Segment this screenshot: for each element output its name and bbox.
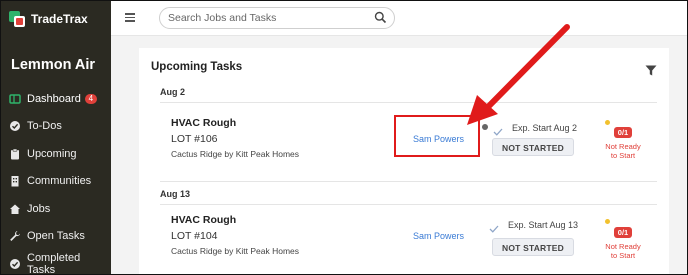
divider [160,102,657,103]
company-name: Lemmon Air [11,57,96,73]
sidebar-item-label: Completed Tasks [27,251,81,275]
annotation-highlight-box [394,115,480,157]
assignee-link[interactable]: Sam Powers [413,231,464,241]
sidebar-item-label: Communities [27,175,92,188]
building-icon [9,175,21,187]
date-group-label: Aug 2 [160,87,186,97]
divider [160,181,657,182]
sidebar-item-upcoming[interactable]: Upcoming [1,140,111,168]
check-circle-icon [9,258,21,270]
task-row[interactable]: HVAC Rough LOT #104 Cactus Ridge by Kitt… [139,214,669,270]
sidebar: TradeTrax Lemmon Air Dashboard 4 To-Dos [1,1,111,274]
sidebar-item-label: Dashboard [27,92,81,105]
section-title: Upcoming Tasks [151,61,243,73]
sidebar-item-label: Upcoming [27,147,77,160]
brand-logo[interactable]: TradeTrax [9,7,88,31]
sidebar-item-label: To-Dos [27,120,62,133]
readiness-indicator[interactable]: 0/1 Not Ready to Start [599,222,647,260]
sidebar-item-open-tasks[interactable]: Open Tasks [1,223,111,251]
expected-start: Exp. Start Aug 2 [512,123,578,133]
task-community: Cactus Ridge by Kitt Peak Homes [171,246,300,256]
sidebar-item-completed-tasks[interactable]: Completed Tasks [1,250,111,275]
search-input[interactable] [168,10,368,26]
sidebar-item-jobs[interactable]: Jobs [1,195,111,223]
app-window: TradeTrax Lemmon Air Dashboard 4 To-Dos [0,0,688,275]
readiness-text: to Start [610,251,636,260]
status-button[interactable]: NOT STARTED [492,238,574,256]
sidebar-item-to-dos[interactable]: To-Dos [1,113,111,141]
sidebar-item-communities[interactable]: Communities [1,168,111,196]
readiness-text: to Start [610,151,636,160]
upcoming-tasks-card: Upcoming Tasks Aug 2 HVAC Rough LOT #106… [139,48,669,274]
expected-start: Exp. Start Aug 13 [508,220,579,230]
dashboard-count-badge: 4 [84,93,97,104]
task-title: HVAC Rough [171,117,237,129]
hamburger-menu-icon[interactable] [125,11,135,23]
readiness-count-badge: 0/1 [613,227,633,238]
info-icon[interactable] [482,124,488,130]
check-icon [489,220,499,238]
sidebar-item-dashboard[interactable]: Dashboard 4 [1,85,111,113]
filter-icon[interactable] [645,63,657,81]
tradetrax-logo-icon [9,10,26,28]
divider [160,204,657,205]
task-lot: LOT #106 [171,133,218,145]
sidebar-item-label: Open Tasks [27,230,85,243]
date-group-label: Aug 13 [160,189,191,199]
readiness-text: Not Ready [605,242,641,251]
dashboard-icon [9,93,21,105]
wrench-icon [9,230,21,242]
readiness-text: Not Ready [605,142,641,151]
search-box [159,7,395,29]
clipboard-icon [9,148,21,160]
sidebar-nav: Dashboard 4 To-Dos Upcoming Communities [1,85,111,275]
home-icon [9,203,21,215]
readiness-indicator[interactable]: 0/1 Not Ready to Start [599,122,647,160]
task-lot: LOT #104 [171,230,218,242]
status-button[interactable]: NOT STARTED [492,138,574,156]
sidebar-item-label: Jobs [27,202,51,215]
task-title: HVAC Rough [171,214,237,226]
top-bar [111,1,687,36]
readiness-count-badge: 0/1 [613,127,633,138]
brand-name: TradeTrax [31,12,88,26]
task-community: Cactus Ridge by Kitt Peak Homes [171,149,300,159]
check-circle-icon [9,120,21,132]
search-icon[interactable] [374,11,387,29]
